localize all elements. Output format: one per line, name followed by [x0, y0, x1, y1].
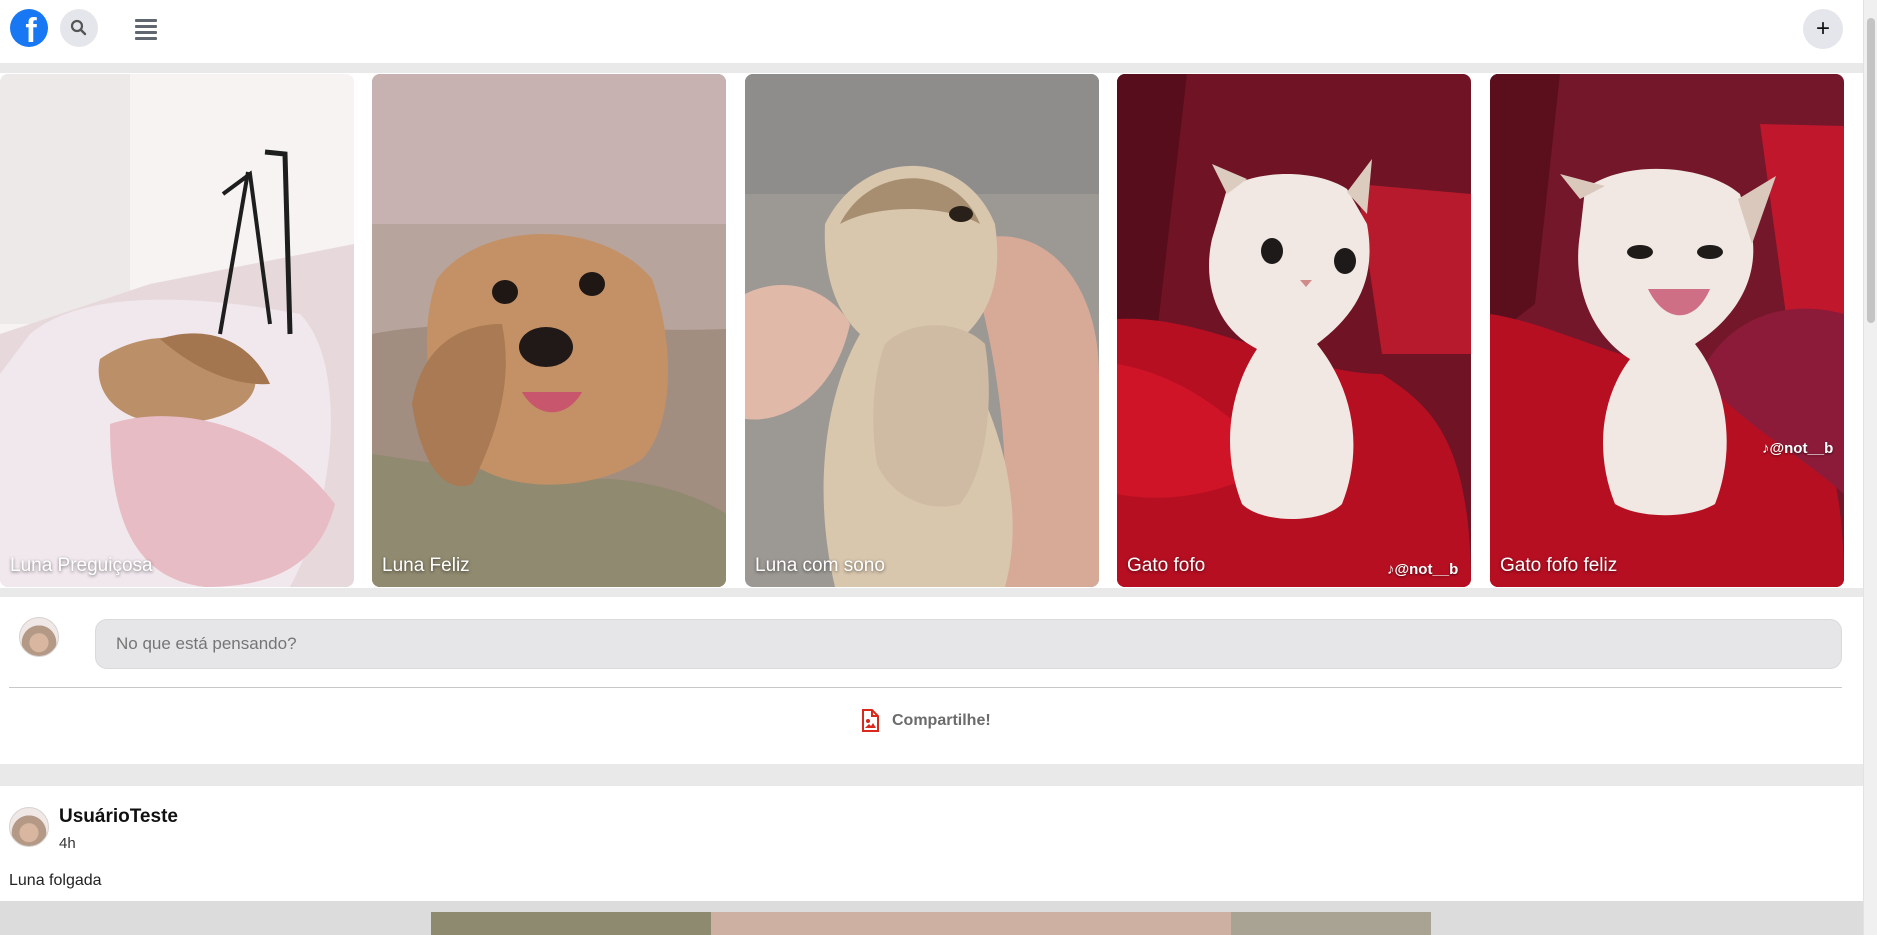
status-input[interactable] [95, 619, 1842, 669]
facebook-logo[interactable]: f [10, 9, 48, 47]
stories-carousel: Luna Preguiçosa Luna Feliz Luna com sono… [0, 73, 1863, 588]
tiktok-icon: ♪ [1387, 561, 1395, 578]
story-photo [0, 74, 354, 587]
story-photo [1490, 74, 1844, 587]
story-card[interactable]: Luna com sono [745, 74, 1099, 587]
share-button[interactable]: Compartilhe! [860, 707, 991, 735]
tiktok-watermark: ♪@not__b [1762, 440, 1834, 457]
story-title: Luna Preguiçosa [10, 555, 153, 576]
post-composer: Compartilhe! [0, 597, 1863, 764]
story-title: Luna Feliz [382, 555, 470, 576]
post-photo[interactable] [431, 912, 1431, 935]
avatar[interactable] [19, 617, 59, 657]
avatar[interactable] [9, 807, 49, 847]
search-icon [70, 19, 87, 36]
search-button[interactable] [60, 9, 98, 47]
story-card[interactable]: Luna Feliz [372, 74, 726, 587]
composer-divider [9, 687, 1842, 688]
story-title: Gato fofo feliz [1500, 555, 1618, 576]
share-label: Compartilhe! [892, 712, 991, 729]
logo-letter: f [25, 12, 37, 47]
story-card[interactable]: Luna Preguiçosa [0, 74, 354, 587]
menu-button[interactable] [130, 13, 162, 45]
feed-post: UsuárioTeste 4h Luna folgada [0, 786, 1863, 935]
story-photo [372, 74, 726, 587]
document-image-icon [862, 709, 879, 732]
app-shell: f + Luna Preguiçosa Luna Feliz Luna com … [0, 0, 1863, 935]
story-card[interactable]: Gato fofo ♪@not__b [1117, 74, 1471, 587]
story-photo [745, 74, 1099, 587]
post-timestamp: 4h [59, 835, 76, 852]
tiktok-watermark: ♪@not__b [1387, 561, 1459, 578]
vertical-scrollbar[interactable] [1863, 0, 1877, 935]
post-text: Luna folgada [9, 872, 102, 889]
tiktok-icon: ♪ [1762, 440, 1770, 457]
story-photo [1117, 74, 1471, 587]
story-title: Luna com sono [755, 555, 885, 576]
story-title: Gato fofo [1127, 555, 1206, 576]
story-card[interactable]: Gato fofo feliz ♪@not__b [1490, 74, 1844, 587]
add-button[interactable]: + [1803, 9, 1843, 49]
top-navigation: f + [0, 0, 1863, 63]
scrollbar-thumb[interactable] [1867, 18, 1875, 323]
post-author[interactable]: UsuárioTeste [59, 806, 178, 828]
